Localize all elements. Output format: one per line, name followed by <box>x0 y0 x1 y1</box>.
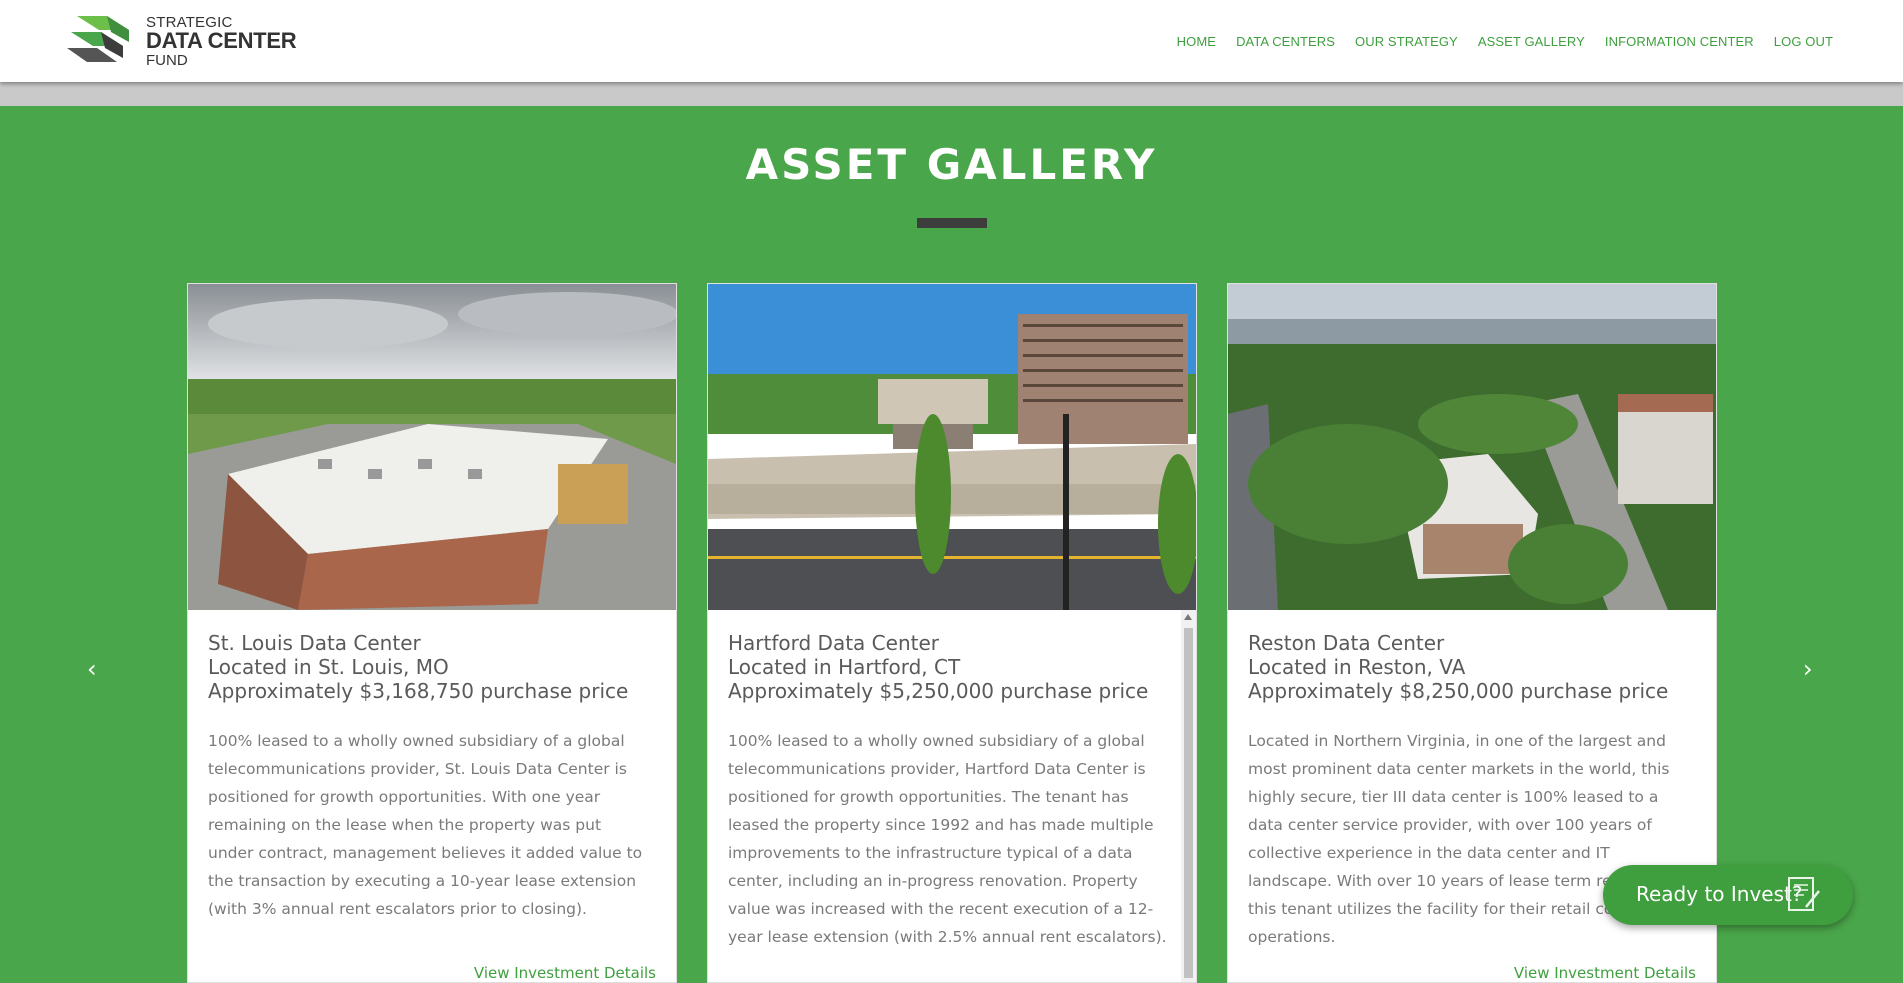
asset-card-body: St. Louis Data Center Located in St. Lou… <box>208 631 648 923</box>
scroll-up-icon[interactable] <box>1184 614 1192 620</box>
asset-name: Hartford Data Center <box>728 631 939 655</box>
header-divider-strip <box>0 82 1903 106</box>
asset-price: Approximately $5,250,000 purchase price <box>728 679 1149 703</box>
nav-home[interactable]: HOME <box>1177 34 1216 49</box>
asset-location: Located in Hartford, CT <box>728 655 961 679</box>
asset-card-hartford: Hartford Data Center Located in Hartford… <box>707 283 1197 983</box>
asset-photo-reston <box>1228 284 1716 610</box>
asset-photo-st-louis <box>188 284 676 610</box>
nav-our-strategy[interactable]: OUR STRATEGY <box>1355 34 1458 49</box>
nav-information-center[interactable]: INFORMATION CENTER <box>1605 34 1754 49</box>
logo-line-2: DATA CENTER <box>146 28 297 54</box>
title-underline <box>917 218 987 228</box>
asset-location: Located in St. Louis, MO <box>208 655 449 679</box>
asset-price: Approximately $3,168,750 purchase price <box>208 679 629 703</box>
contract-sign-icon <box>1788 877 1820 911</box>
site-header: STRATEGIC DATA CENTER FUND HOME DATA CEN… <box>0 0 1903 82</box>
main-nav: HOME DATA CENTERS OUR STRATEGY ASSET GAL… <box>1157 34 1833 49</box>
view-investment-details-link[interactable]: View Investment Details <box>1514 964 1696 982</box>
asset-photo-hartford <box>708 284 1196 610</box>
asset-description: 100% leased to a wholly owned subsidiary… <box>208 732 643 918</box>
logo[interactable]: STRATEGIC DATA CENTER FUND <box>67 12 307 72</box>
scroll-thumb[interactable] <box>1184 628 1193 978</box>
asset-card-body: Hartford Data Center Located in Hartford… <box>728 631 1168 951</box>
carousel-prev-icon[interactable]: ‹ <box>87 655 97 683</box>
section-title: ASSET GALLERY <box>745 140 1158 189</box>
cta-label: Ready to Invest? <box>1636 882 1803 906</box>
asset-location: Located in Reston, VA <box>1248 655 1466 679</box>
nav-log-out[interactable]: LOG OUT <box>1774 34 1833 49</box>
card-scrollbar[interactable] <box>1181 610 1196 982</box>
asset-price: Approximately $8,250,000 purchase price <box>1248 679 1669 703</box>
logo-mark-icon <box>67 16 129 62</box>
asset-name: Reston Data Center <box>1248 631 1445 655</box>
ready-to-invest-button[interactable]: Ready to Invest? <box>1603 865 1853 925</box>
logo-line-3: FUND <box>146 51 188 69</box>
view-investment-details-link[interactable]: View Investment Details <box>474 964 656 982</box>
nav-asset-gallery[interactable]: ASSET GALLERY <box>1478 34 1585 49</box>
asset-card-st-louis: St. Louis Data Center Located in St. Lou… <box>187 283 677 983</box>
asset-description: 100% leased to a wholly owned subsidiary… <box>728 732 1167 946</box>
asset-name: St. Louis Data Center <box>208 631 421 655</box>
carousel-next-icon[interactable]: › <box>1803 655 1813 683</box>
logo-text: STRATEGIC DATA CENTER FUND <box>146 15 297 69</box>
nav-data-centers[interactable]: DATA CENTERS <box>1236 34 1335 49</box>
